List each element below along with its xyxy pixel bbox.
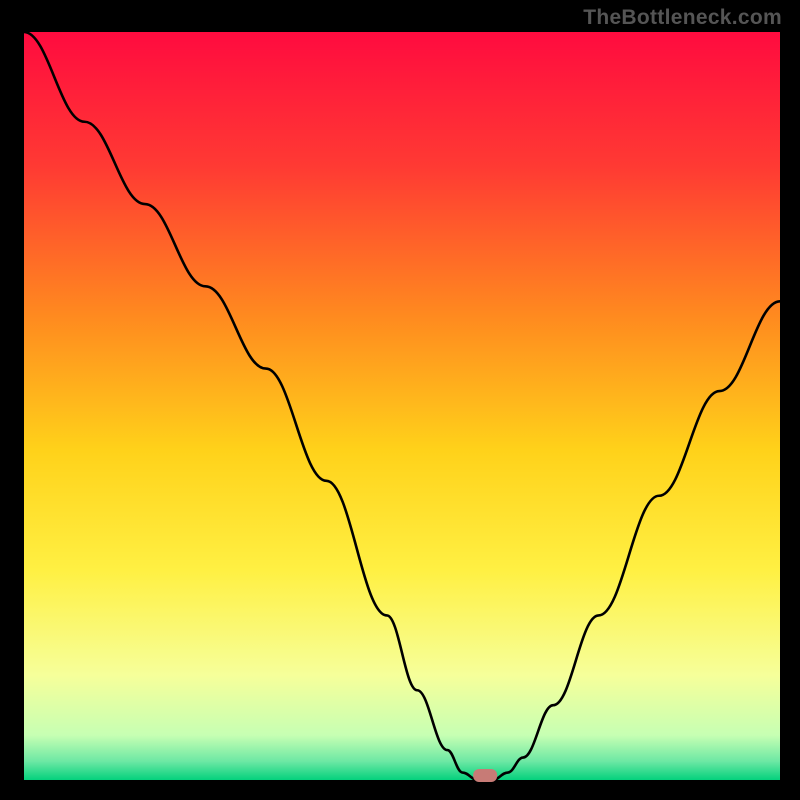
plot-area-rect (24, 32, 780, 780)
watermark-text: TheBottleneck.com (583, 6, 782, 30)
minimum-marker (473, 769, 497, 782)
bottleneck-chart: TheBottleneck.com (0, 0, 800, 800)
bottleneck-plot-svg (0, 0, 800, 800)
